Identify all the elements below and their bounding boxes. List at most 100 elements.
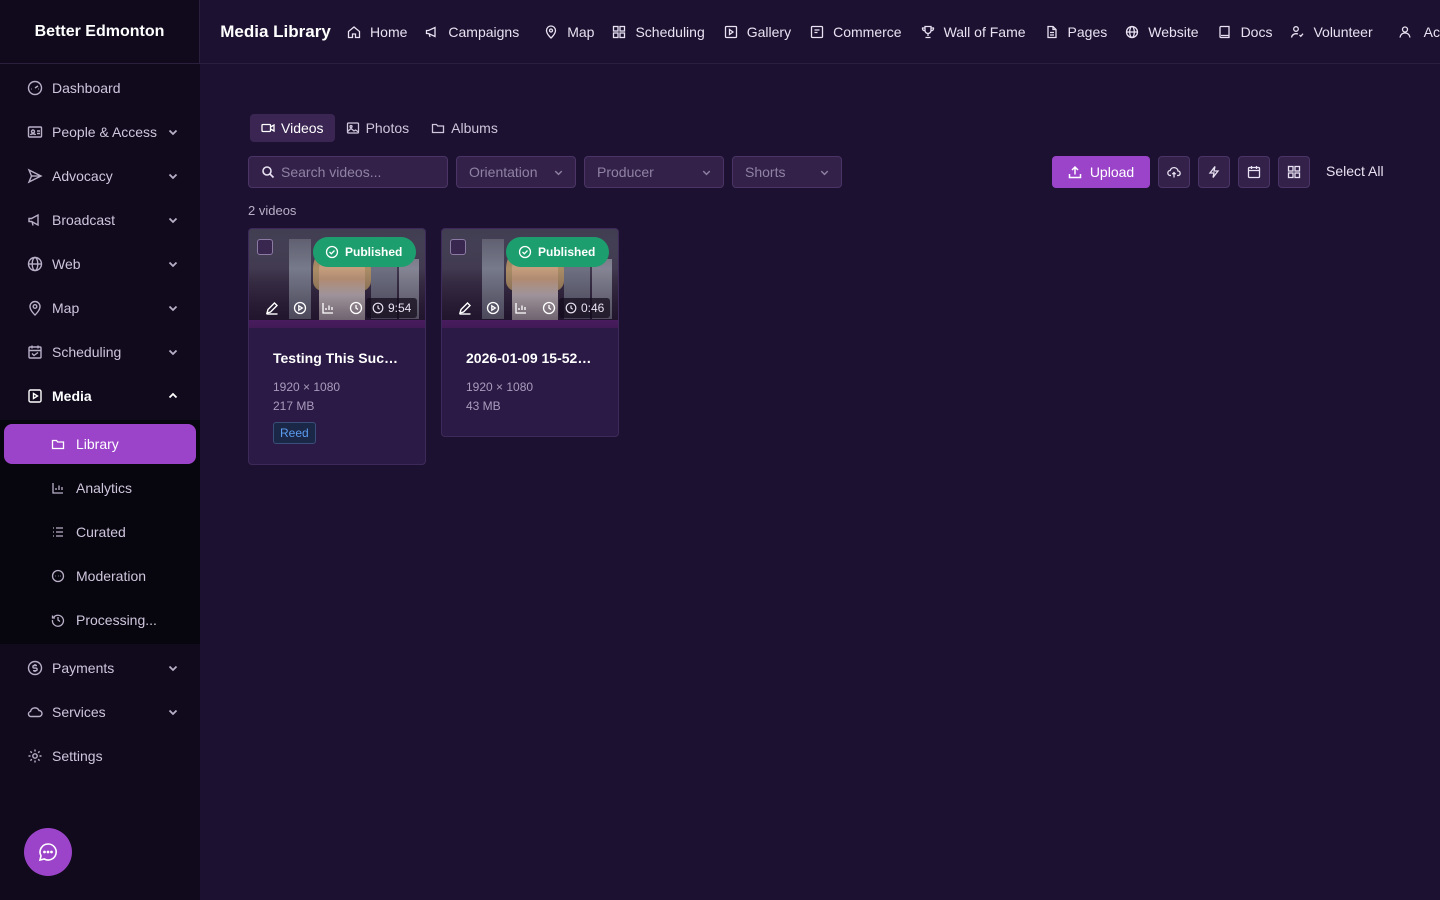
status-label: Published: [345, 245, 403, 259]
sidebar-subitem-label: Analytics: [76, 480, 133, 496]
sidebar-item-advocacy[interactable]: Advocacy: [4, 156, 196, 196]
sidebar-subitem-analytics[interactable]: Analytics: [4, 468, 196, 508]
video-dimensions: 1920 × 1080: [466, 380, 534, 394]
sidebar-subitem-curated[interactable]: Curated: [4, 512, 196, 552]
video-card[interactable]: Published 0:46 2026-01-09 15-52-58 1920 …: [441, 228, 619, 437]
orientation-select[interactable]: Orientation: [456, 156, 576, 188]
topnav-pages[interactable]: Pages: [1045, 24, 1107, 40]
thumbnail-actions: [265, 301, 377, 315]
sidebar-item-web[interactable]: Web: [4, 244, 196, 284]
calendar-icon: [1247, 166, 1261, 179]
duration-label: 0:46: [581, 301, 605, 315]
topnav-scheduling[interactable]: Scheduling: [612, 23, 705, 40]
play-circle-icon[interactable]: [293, 301, 307, 315]
cloud-icon: [27, 707, 43, 718]
topnav-website[interactable]: Website: [1125, 24, 1199, 40]
video-thumbnail[interactable]: Published 9:54: [249, 229, 425, 328]
edit-icon[interactable]: [458, 301, 472, 315]
tab-photos[interactable]: Photos: [335, 114, 421, 142]
brand-name[interactable]: Better Edmonton: [0, 0, 200, 64]
chat-bubble-icon: [38, 843, 57, 862]
search-videos: [248, 156, 448, 188]
sidebar-subitem-label: Curated: [76, 524, 126, 540]
topnav-gallery[interactable]: Gallery: [724, 24, 791, 40]
topnav-volunteer[interactable]: Volunteer: [1290, 24, 1373, 40]
volunteer-icon: [1291, 25, 1304, 38]
sidebar: Better Edmonton Dashboard People & Acces…: [0, 0, 200, 900]
clock-icon[interactable]: [542, 301, 556, 315]
quick-actions-button[interactable]: [1198, 156, 1230, 188]
sidebar-subitem-library[interactable]: Library: [4, 424, 196, 464]
sidebar-item-label: Map: [52, 300, 80, 316]
tab-label: Photos: [365, 120, 410, 136]
send-icon: [27, 168, 43, 184]
status-badge: Published: [313, 237, 417, 267]
tab-albums[interactable]: Albums: [420, 114, 509, 142]
sidebar-item-label: Settings: [52, 748, 103, 764]
duration-badge: 0:46: [559, 298, 611, 318]
check-circle-icon: [325, 245, 339, 259]
cloud-upload-icon: [1167, 166, 1181, 178]
edit-icon[interactable]: [265, 301, 279, 315]
search-input[interactable]: [281, 164, 441, 180]
grid-view-button[interactable]: [1278, 156, 1310, 188]
chevron-up-icon: [168, 392, 178, 399]
page-title: Media Library: [220, 21, 331, 41]
sidebar-subitem-label: Moderation: [76, 568, 147, 584]
chevron-down-icon: [820, 170, 829, 176]
bar-chart-icon[interactable]: [321, 301, 335, 315]
video-thumbnail[interactable]: Published 0:46: [442, 229, 618, 328]
topnav-commerce[interactable]: Commerce: [810, 24, 902, 40]
select-all-button[interactable]: Select All: [1326, 163, 1384, 179]
tab-label: Albums: [451, 120, 498, 136]
topnav-campaigns[interactable]: Campaigns: [425, 24, 519, 40]
dollar-circle-icon: [27, 660, 43, 676]
sidebar-item-people-access[interactable]: People & Access: [4, 112, 196, 152]
select-checkbox[interactable]: [257, 239, 273, 255]
megaphone-icon: [28, 213, 39, 227]
video-size: 217 MB: [273, 399, 315, 413]
video-card[interactable]: Published 9:54 Testing This Success 1920…: [248, 228, 426, 465]
video-title[interactable]: Testing This Success: [273, 350, 401, 366]
user-icon: [1398, 25, 1411, 38]
upload-button[interactable]: Upload: [1052, 156, 1150, 188]
topnav-account[interactable]: Ac: [1398, 24, 1440, 40]
sidebar-item-dashboard[interactable]: Dashboard: [4, 68, 196, 108]
video-size: 43 MB: [466, 399, 501, 413]
sidebar-item-services[interactable]: Services: [4, 692, 196, 732]
top-navigation: Media Library Home Campaigns Map Schedul…: [200, 0, 1440, 64]
globe-icon: [27, 256, 43, 272]
video-title[interactable]: 2026-01-09 15-52-58: [466, 350, 594, 366]
storefront-icon: [810, 25, 824, 38]
sidebar-subitem-moderation[interactable]: Moderation: [4, 556, 196, 596]
clock-icon[interactable]: [349, 301, 363, 315]
sidebar-item-settings[interactable]: Settings: [4, 736, 196, 776]
shorts-select[interactable]: Shorts: [732, 156, 842, 188]
calendar-view-button[interactable]: [1238, 156, 1270, 188]
topnav-label: Gallery: [746, 23, 792, 40]
topnav-label: Scheduling: [635, 23, 705, 40]
sidebar-subitem-processing[interactable]: Processing...: [4, 600, 196, 640]
select-checkbox[interactable]: [450, 239, 466, 255]
producer-tag[interactable]: Reed: [273, 422, 316, 444]
bar-chart-icon[interactable]: [514, 301, 528, 315]
chevron-down-icon: [168, 305, 178, 312]
sidebar-item-payments[interactable]: Payments: [4, 648, 196, 688]
producer-select[interactable]: Producer: [584, 156, 724, 188]
topnav-docs[interactable]: Docs: [1218, 24, 1272, 40]
sidebar-item-map[interactable]: Map: [4, 288, 196, 328]
sidebar-item-scheduling[interactable]: Scheduling: [4, 332, 196, 372]
sidebar-item-media[interactable]: Media: [4, 376, 196, 416]
topnav-home[interactable]: Home: [347, 24, 407, 40]
topnav-wall-of-fame[interactable]: Wall of Fame: [921, 24, 1026, 40]
image-icon: [346, 122, 359, 134]
sidebar-item-label: Payments: [52, 660, 115, 676]
tab-videos[interactable]: Videos: [250, 114, 335, 142]
chevron-down-icon: [168, 173, 178, 180]
chat-button[interactable]: [24, 828, 72, 876]
cloud-import-button[interactable]: [1158, 156, 1190, 188]
video-count: 2 videos: [248, 203, 297, 218]
play-circle-icon[interactable]: [486, 301, 500, 315]
sidebar-item-broadcast[interactable]: Broadcast: [4, 200, 196, 240]
topnav-map[interactable]: Map: [544, 24, 594, 40]
